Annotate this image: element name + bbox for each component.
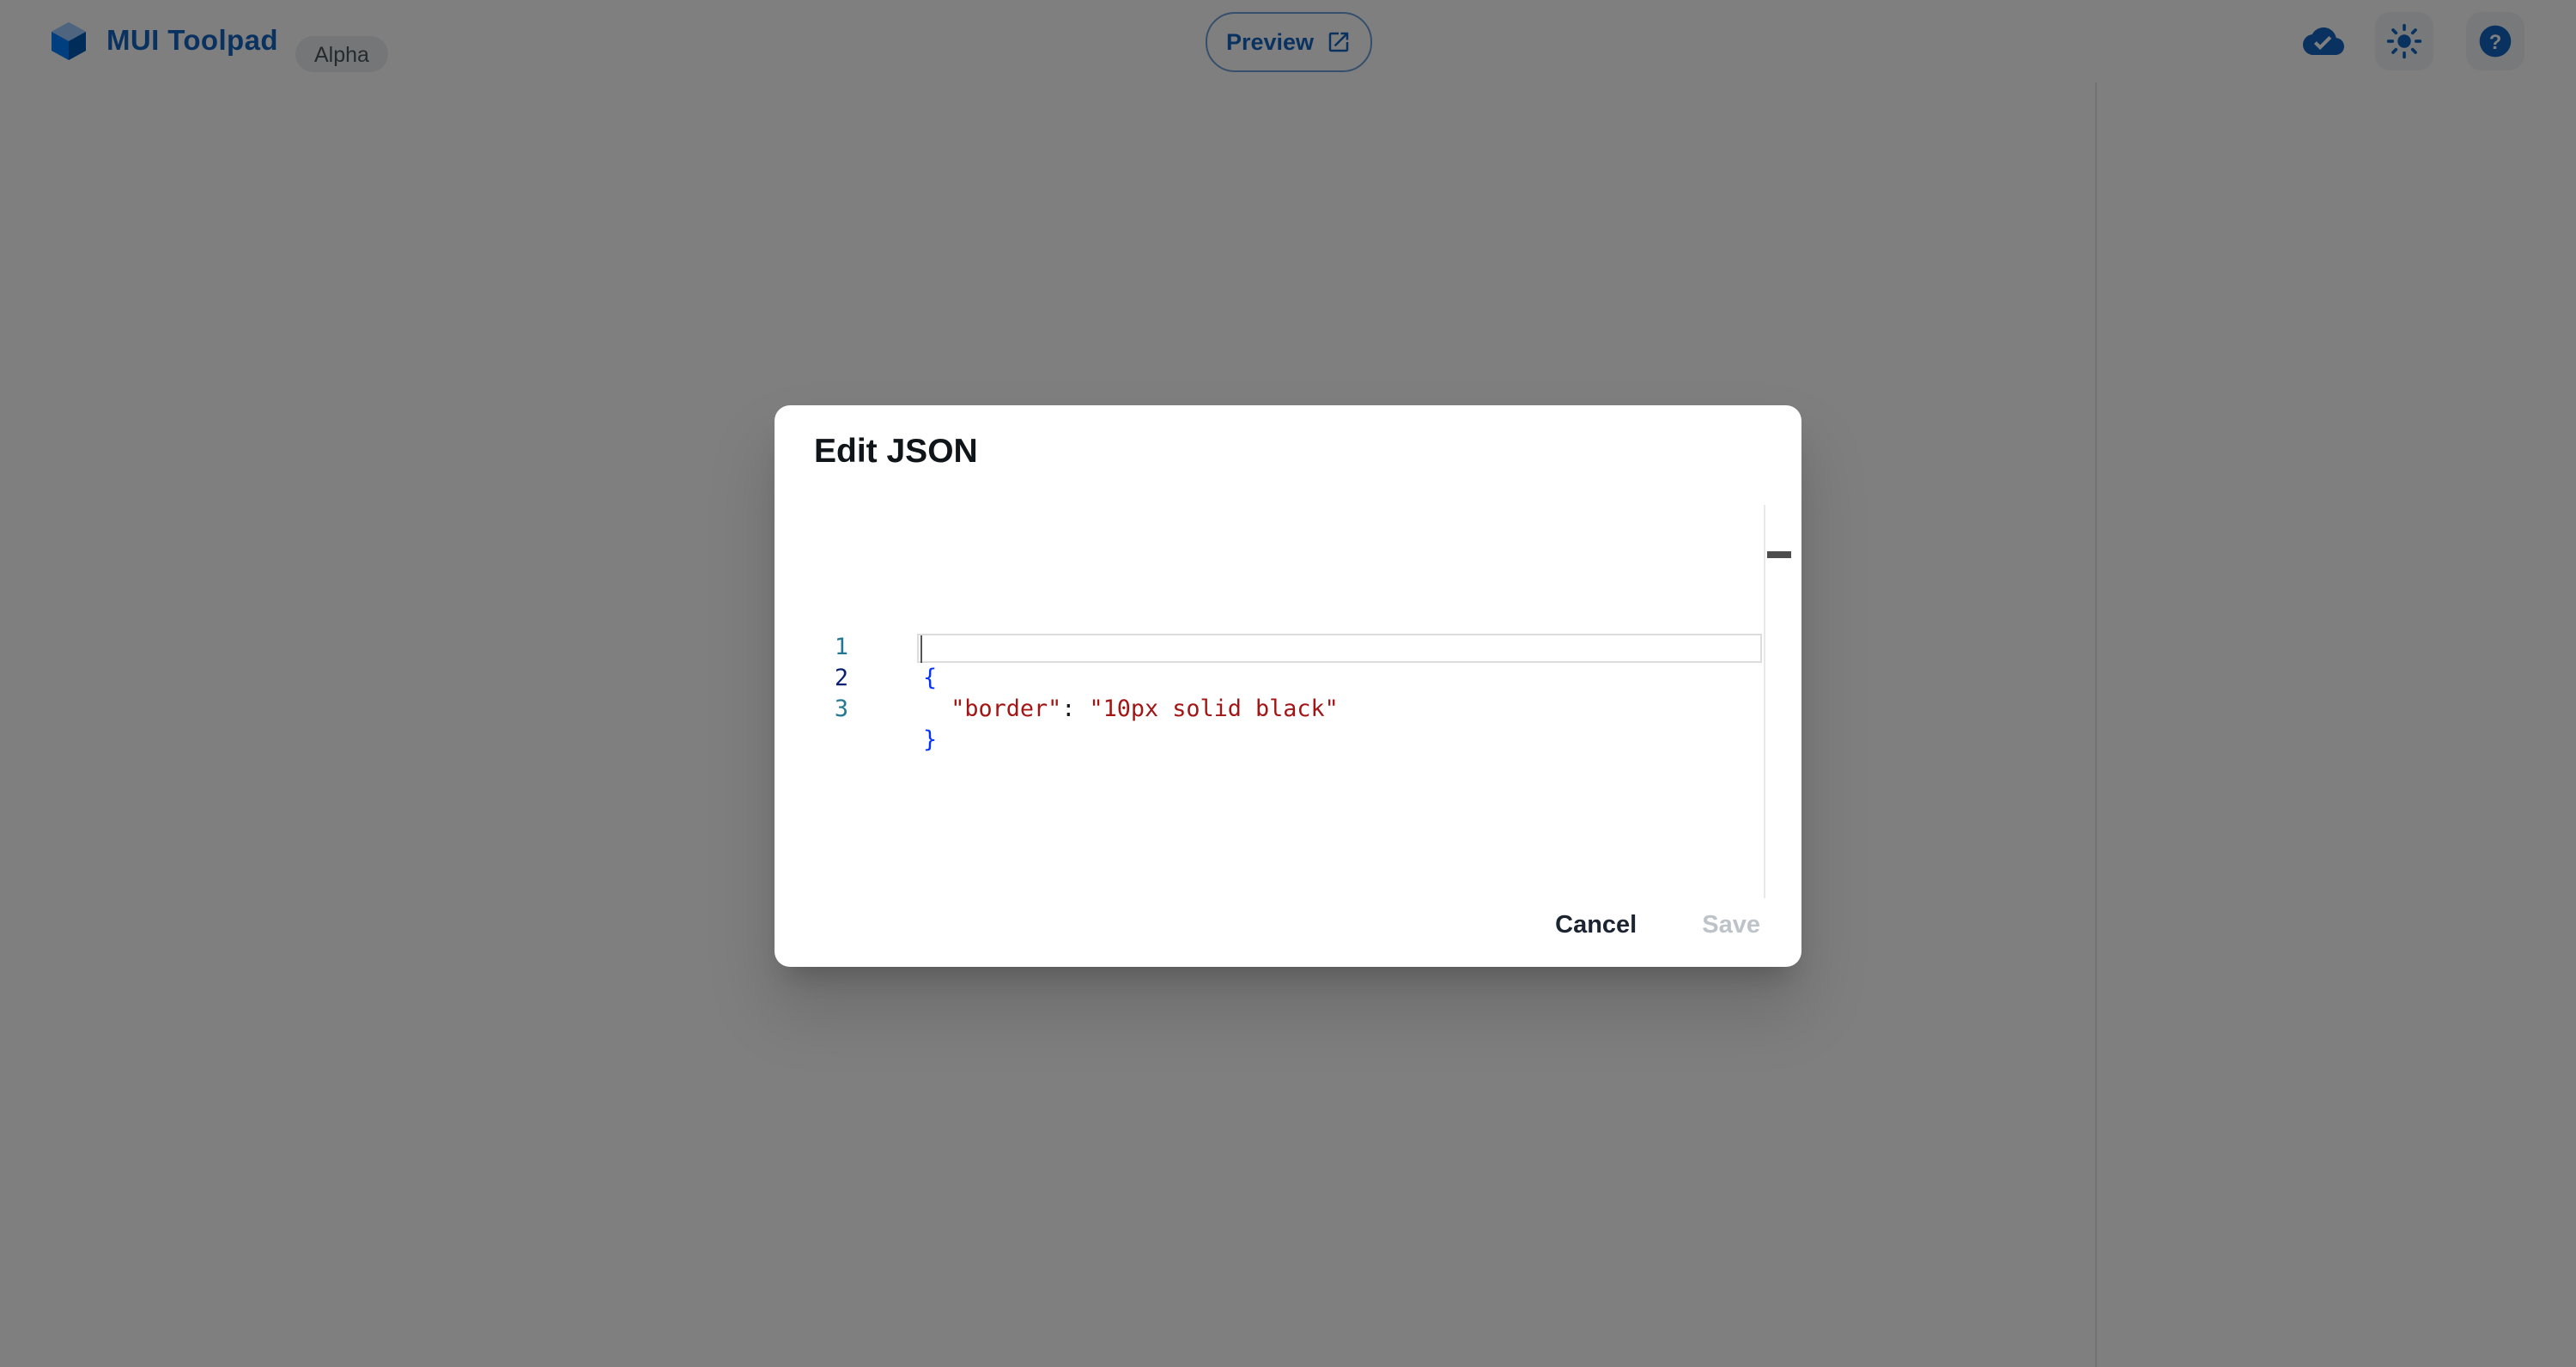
edit-json-dialog: Edit JSON 1 { 2 "border": "10px solid bl… xyxy=(775,405,1801,967)
cancel-button[interactable]: Cancel xyxy=(1541,902,1650,950)
dialog-actions: Cancel Save xyxy=(1541,902,1774,950)
editor-scrollbar-ruler[interactable] xyxy=(1764,505,1765,898)
code-token-colon: : xyxy=(1061,697,1090,723)
json-code-editor[interactable]: 1 { 2 "border": "10px solid black" 3 } xyxy=(814,505,1764,900)
editor-overview-mark xyxy=(1767,550,1791,557)
save-button[interactable]: Save xyxy=(1688,902,1774,950)
line-number: 3 xyxy=(834,697,848,723)
code-token-key: "border" xyxy=(923,697,1062,723)
code-token: } xyxy=(923,728,938,754)
code-token-value: "10px solid black" xyxy=(1089,697,1339,723)
dialog-title: Edit JSON xyxy=(814,433,978,471)
